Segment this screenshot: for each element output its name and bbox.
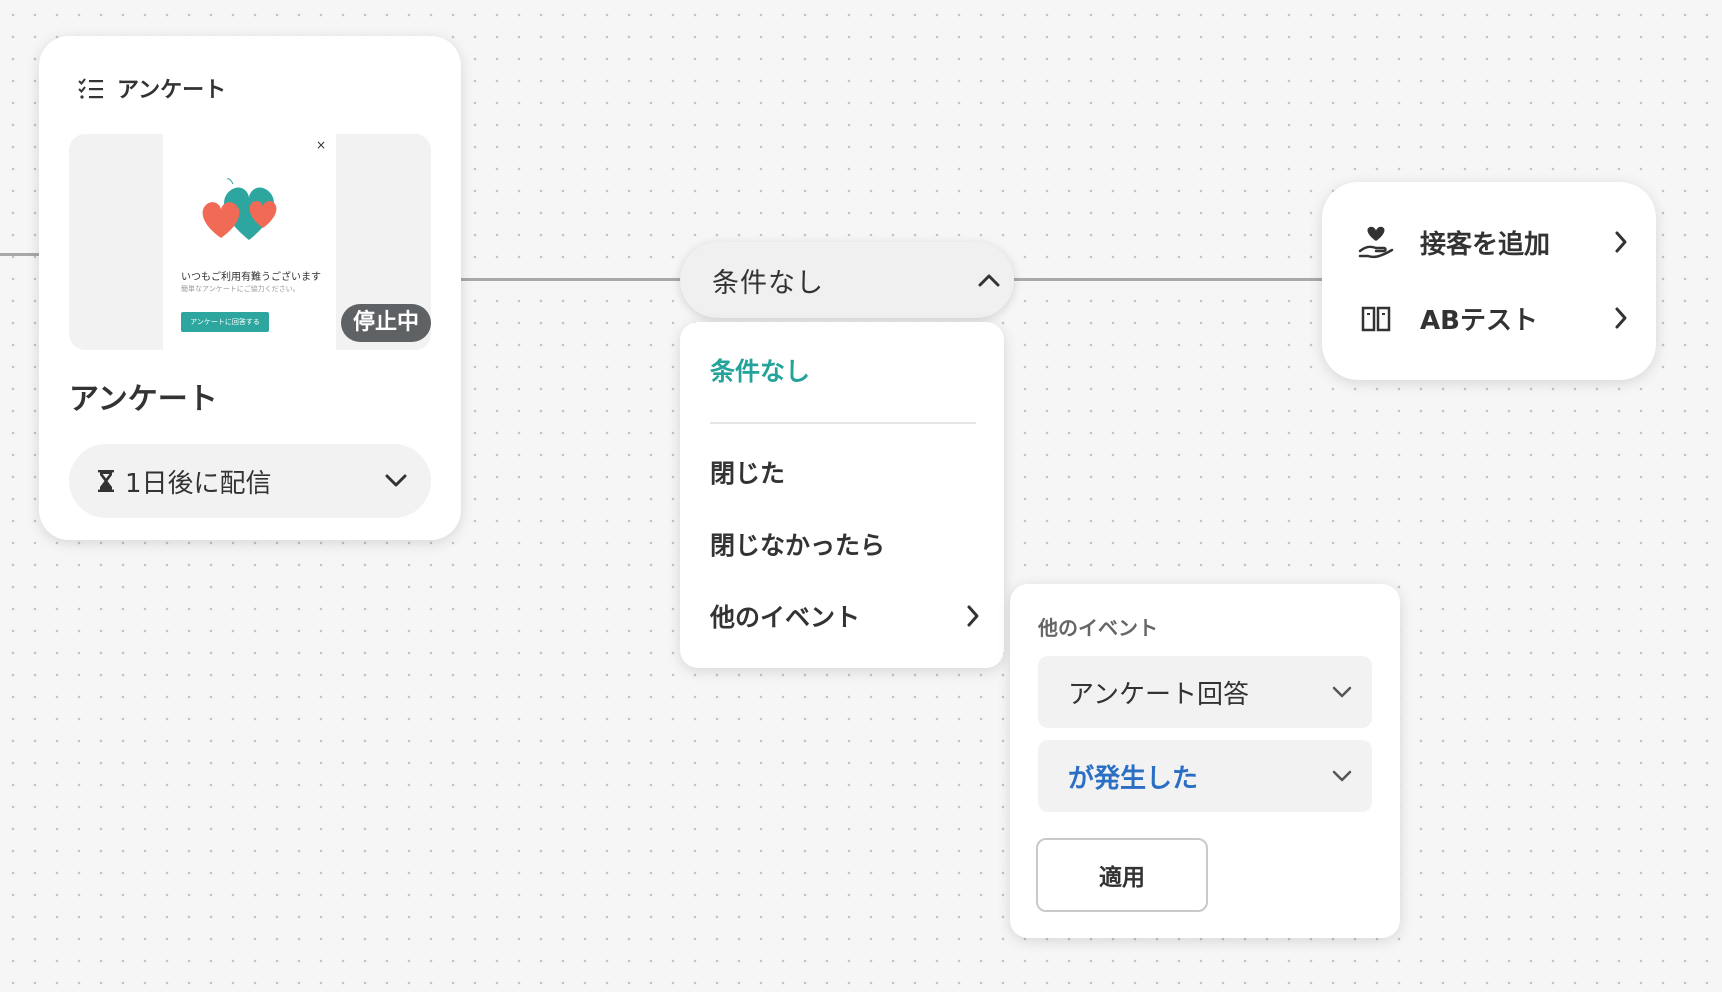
event-trigger-select[interactable]: が発生した [1038,740,1372,812]
menu-item-other-event[interactable]: 他のイベント [710,598,860,634]
ab-test-action[interactable]: ABテスト [1358,298,1628,338]
add-campaign-action[interactable]: 接客を追加 [1358,222,1628,262]
ab-test-label: ABテスト [1420,305,1538,336]
hand-heart-icon [1358,225,1394,259]
campaign-card[interactable]: アンケート × いつもご利用有難うございます 簡単なアンケートにご協力ください。… [39,36,461,540]
event-type-select[interactable]: アンケート回答 [1038,656,1372,728]
condition-select[interactable]: 条件なし [680,242,1014,318]
panel-title: 他のイベント [1038,616,1158,640]
popup-cta-button: アンケートに回答する [181,312,269,332]
connector-line [1012,278,1324,281]
other-event-panel: 他のイベント アンケート回答 が発生した 適用 [1010,584,1400,938]
close-icon: × [315,138,326,152]
event-type-label: アンケート回答 [1068,679,1249,710]
event-trigger-label: が発生した [1068,763,1199,794]
chevron-right-icon [1614,230,1628,254]
connector-line [0,253,40,256]
checklist-icon [77,76,105,100]
chevron-right-icon [1614,306,1628,330]
chevron-up-icon [978,273,1000,287]
delivery-timing-label: 1日後に配信 [125,468,272,499]
hourglass-icon [97,469,115,493]
hearts-illustration [199,172,299,244]
popup-preview: × いつもご利用有難うございます 簡単なアンケートにご協力ください。 アンケート… [163,134,336,350]
chevron-right-icon [966,604,980,628]
campaign-title: アンケート [69,382,218,417]
chevron-down-icon [1332,770,1352,782]
add-campaign-label: 接客を追加 [1420,229,1551,260]
popup-subtext: 簡単なアンケートにご協力ください。 [181,285,300,293]
add-action-card: 接客を追加 ABテスト [1322,182,1656,380]
connector-line [460,278,682,281]
menu-item-not-closed[interactable]: 閉じなかったら [710,526,885,562]
condition-select-label: 条件なし [712,267,824,299]
menu-item-closed[interactable]: 閉じた [710,454,785,490]
campaign-type: アンケート [77,72,226,104]
menu-divider [710,422,976,424]
status-badge: 停止中 [341,304,432,342]
chevron-down-icon [1332,686,1352,698]
popup-heading: いつもご利用有難うございます [181,272,321,283]
campaign-type-label: アンケート [117,78,227,103]
delivery-timing-select[interactable]: 1日後に配信 [69,444,431,518]
condition-menu: 条件なし 閉じた 閉じなかったら 他のイベント [680,322,1004,668]
chevron-down-icon [385,474,407,488]
book-icon [1358,303,1394,333]
menu-item-no-condition[interactable]: 条件なし [710,352,810,388]
apply-button[interactable]: 適用 [1036,838,1208,912]
